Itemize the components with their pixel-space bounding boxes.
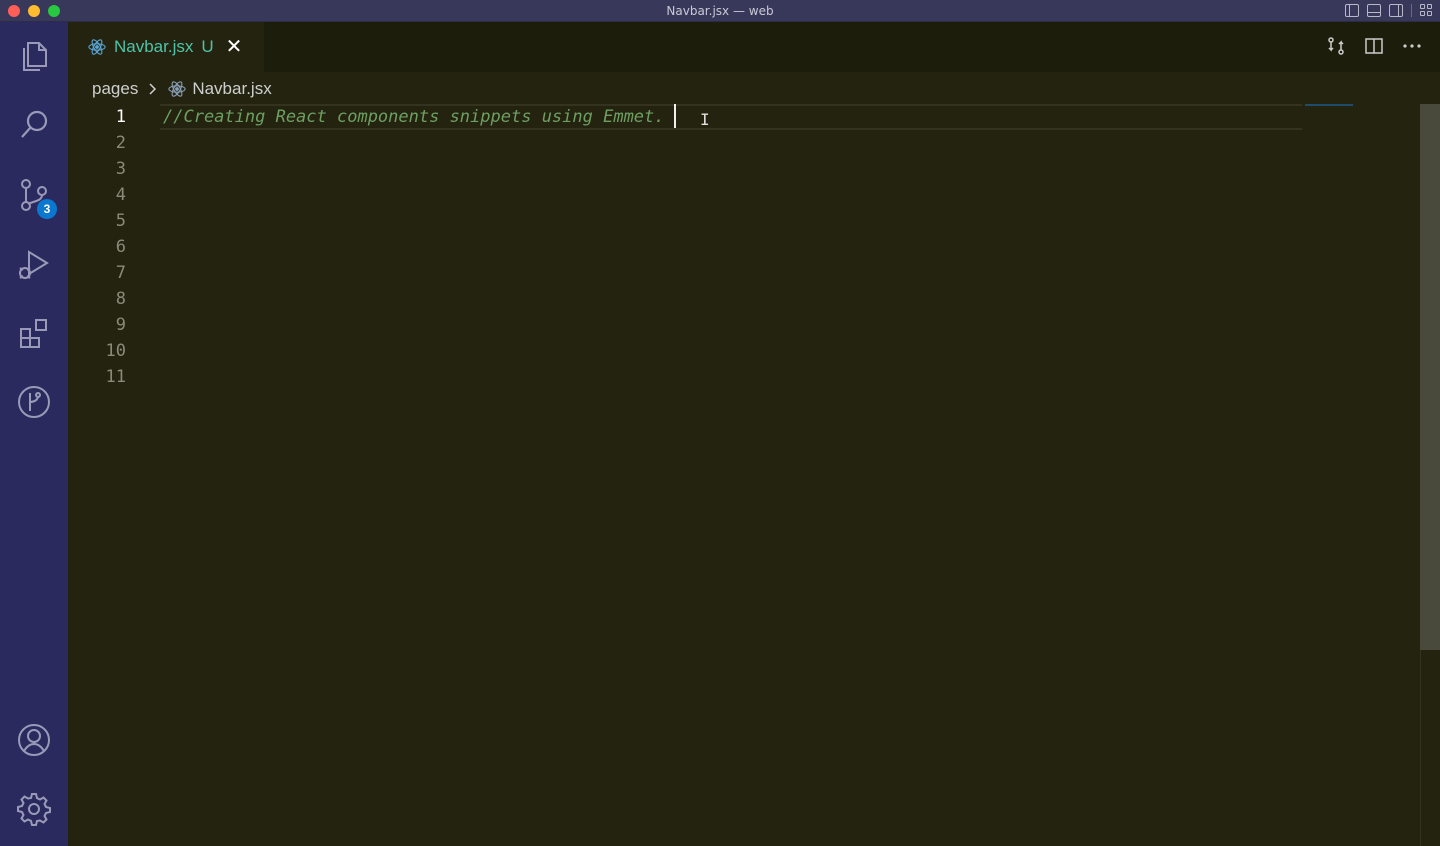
split-editor-icon[interactable] [1364, 36, 1384, 56]
line-number: 11 [105, 367, 126, 387]
close-tab-button[interactable]: ✕ [226, 37, 243, 57]
ibeam-cursor-icon: I [700, 110, 710, 129]
code-editor[interactable]: 1 2 3 4 5 6 7 8 9 10 11 //Creating React… [68, 104, 1420, 846]
line-number: 1 [115, 107, 126, 127]
tab-label: Navbar.jsx [114, 37, 194, 56]
line-number-gutter: 1 2 3 4 5 6 7 8 9 10 11 [68, 104, 128, 390]
line-number: 2 [115, 133, 126, 153]
breadcrumb-folder[interactable]: pages [92, 79, 138, 99]
account-icon[interactable] [14, 720, 54, 760]
customize-layout-icon[interactable] [1420, 4, 1434, 17]
vertical-scrollbar-thumb[interactable] [1420, 104, 1440, 650]
text-cursor [674, 104, 676, 128]
tab-navbar-jsx[interactable]: Navbar.jsx U ✕ [68, 22, 264, 72]
layout-controls [1345, 4, 1434, 17]
react-icon [88, 39, 106, 55]
react-icon [168, 81, 186, 97]
more-actions-icon[interactable] [1402, 36, 1422, 56]
line-number: 6 [115, 237, 126, 257]
files-icon[interactable] [14, 36, 54, 76]
toggle-secondary-sidebar-icon[interactable] [1389, 4, 1403, 17]
gear-icon[interactable] [14, 789, 54, 829]
untracked-marker: U [201, 37, 214, 56]
toggle-panel-icon[interactable] [1367, 4, 1381, 17]
gitlens-icon[interactable] [14, 382, 54, 422]
line-number: 4 [115, 185, 126, 205]
breadcrumb-file[interactable]: Navbar.jsx [192, 79, 271, 99]
editor-actions [1326, 36, 1422, 56]
title-bar: Navbar.jsx — web [0, 0, 1440, 22]
minimap-highlight [1305, 104, 1353, 106]
source-control-badge: 3 [37, 199, 57, 219]
line-number: 7 [115, 263, 126, 283]
line-number: 3 [115, 159, 126, 179]
line-number: 9 [115, 315, 126, 335]
line-number: 5 [115, 211, 126, 231]
extensions-icon[interactable] [14, 313, 54, 353]
search-icon[interactable] [14, 105, 54, 145]
run-debug-icon[interactable] [14, 244, 54, 284]
layout-divider [1411, 4, 1412, 17]
tab-bar: Navbar.jsx U ✕ [68, 22, 1440, 72]
line-number: 10 [105, 341, 126, 361]
line-number: 8 [115, 289, 126, 309]
toggle-primary-sidebar-icon[interactable] [1345, 4, 1359, 17]
chevron-right-icon [149, 83, 157, 95]
breadcrumb: pages Navbar.jsx [92, 78, 272, 100]
code-comment-line[interactable]: //Creating React components snippets usi… [163, 104, 665, 130]
window-title: Navbar.jsx — web [666, 4, 774, 18]
open-changes-icon[interactable] [1326, 36, 1346, 56]
